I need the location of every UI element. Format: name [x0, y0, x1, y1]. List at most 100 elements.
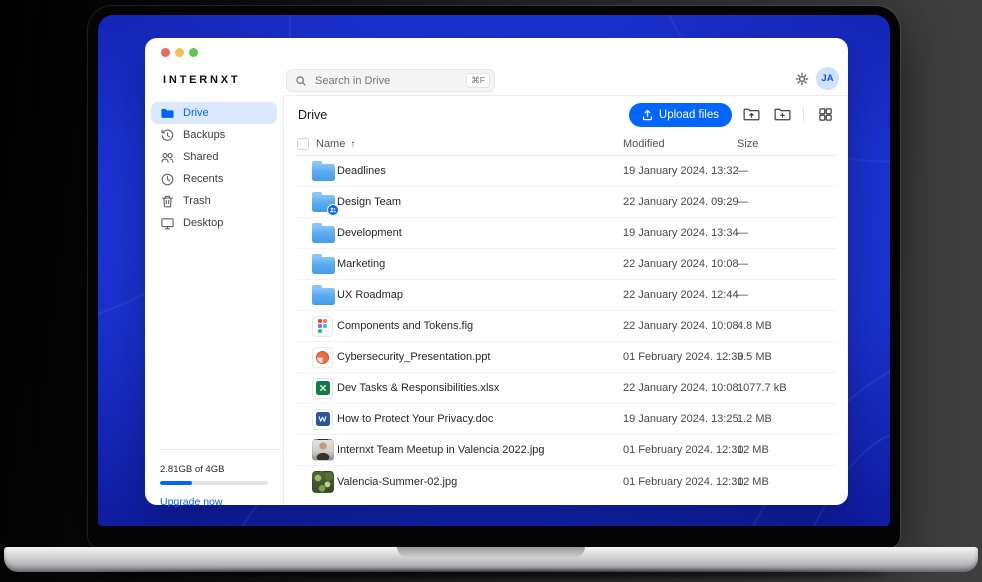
folder-icon [312, 257, 335, 274]
file-size: — [737, 258, 837, 270]
backup-restore-icon [160, 128, 175, 143]
table-row[interactable]: Deadlines 19 January 2024. 13:32 — [297, 156, 837, 187]
sidebar-item-label: Trash [183, 195, 211, 207]
file-size: 12 MB [737, 444, 837, 456]
sidebar-item-desktop[interactable]: Desktop [151, 212, 277, 234]
file-size: — [737, 227, 837, 239]
table-row[interactable]: Components and Tokens.fig 22 January 202… [297, 311, 837, 342]
sidebar-item-label: Recents [183, 173, 223, 185]
file-name: Cybersecurity_Presentation.ppt [337, 351, 623, 363]
folder-icon [312, 164, 335, 181]
file-size: — [737, 196, 837, 208]
sidebar-item-label: Backups [183, 129, 225, 141]
upload-files-button[interactable]: Upload files [629, 103, 732, 127]
upload-folder-button[interactable] [739, 104, 763, 126]
app-window: INTERNXT ⌘F JA [145, 38, 848, 505]
file-name: Marketing [337, 258, 623, 270]
file-size: 1077.7 kB [737, 382, 837, 394]
file-name: Components and Tokens.fig [337, 320, 623, 332]
sidebar-item-label: Desktop [183, 217, 223, 229]
storage-widget: 2.81GB of 4GB Upgrade now [145, 449, 283, 508]
internxt-logo: INTERNXT [163, 74, 240, 86]
table-row[interactable]: Marketing 22 January 2024. 10:08 — [297, 249, 837, 280]
file-size: 12 MB [737, 476, 837, 488]
folder-icon [312, 226, 335, 243]
new-folder-icon [774, 107, 791, 122]
table-row[interactable]: Valencia-Summer-02.jpg 01 February 2024.… [297, 466, 837, 497]
sort-ascending-icon: ↑ [350, 139, 355, 150]
file-name: Deadlines [337, 165, 623, 177]
file-modified: 19 January 2024. 13:34 [623, 227, 737, 239]
table-row[interactable]: Cybersecurity_Presentation.ppt 01 Februa… [297, 342, 837, 373]
drive-content: Drive Upload files [285, 95, 848, 505]
laptop-base [4, 547, 978, 572]
select-all-checkbox[interactable] [297, 138, 309, 150]
upload-files-label: Upload files [659, 109, 719, 121]
minimize-window-button[interactable] [175, 48, 184, 57]
column-header-modified[interactable]: Modified [623, 138, 737, 150]
file-name: How to Protect Your Privacy.doc [337, 413, 623, 425]
search-input[interactable] [313, 74, 460, 88]
page-background: INTERNXT ⌘F JA [0, 0, 982, 582]
user-avatar[interactable]: JA [816, 67, 839, 90]
sidebar-item-backups[interactable]: Backups [151, 124, 277, 146]
file-size: 1.2 MB [737, 413, 837, 425]
search-icon [295, 75, 307, 87]
content-header: Drive Upload files [285, 96, 848, 133]
search-shortcut-badge: ⌘F [466, 73, 490, 87]
file-name: Internxt Team Meetup in Valencia 2022.jp… [337, 444, 623, 456]
file-name: Valencia-Summer-02.jpg [337, 476, 623, 488]
storage-usage-label: 2.81GB of 4GB [160, 464, 268, 475]
zoom-window-button[interactable] [189, 48, 198, 57]
column-header-name[interactable]: Name ↑ [316, 138, 623, 150]
upgrade-link[interactable]: Upgrade now [160, 496, 268, 508]
people-icon [160, 150, 175, 165]
table-row[interactable]: UX Roadmap 22 January 2024. 12:44 — [297, 280, 837, 311]
sidebar-item-label: Shared [183, 151, 218, 163]
word-file-icon [312, 409, 333, 430]
close-window-button[interactable] [161, 48, 170, 57]
settings-button[interactable] [793, 70, 811, 88]
column-header-size[interactable]: Size [737, 138, 837, 150]
table-row[interactable]: Design Team 22 January 2024. 09:29 — [297, 187, 837, 218]
breadcrumb: Drive [298, 108, 327, 122]
file-modified: 19 January 2024. 13:32 [623, 165, 737, 177]
file-size: 3.5 MB [737, 351, 837, 363]
upload-icon [642, 109, 653, 121]
desktop-icon [160, 216, 175, 231]
table-header: Name ↑ Modified Size [297, 133, 837, 156]
photo-thumbnail [312, 471, 334, 493]
file-name: Dev Tasks & Responsibilities.xlsx [337, 382, 623, 394]
file-size: — [737, 165, 837, 177]
trash-icon [160, 194, 175, 209]
table-row[interactable]: Development 19 January 2024. 13:34 — [297, 218, 837, 249]
table-row[interactable]: How to Protect Your Privacy.doc 19 Janua… [297, 404, 837, 435]
file-name: UX Roadmap [337, 289, 623, 301]
file-modified: 01 February 2024. 12:30 [623, 476, 737, 488]
file-size: — [737, 289, 837, 301]
table-row[interactable]: Dev Tasks & Responsibilities.xlsx 22 Jan… [297, 373, 837, 404]
excel-file-icon [312, 378, 333, 399]
search-bar[interactable]: ⌘F [286, 69, 495, 92]
shared-badge-icon [327, 204, 339, 216]
sidebar-item-label: Drive [183, 107, 209, 119]
sidebar-item-shared[interactable]: Shared [151, 146, 277, 168]
storage-progress-fill [160, 481, 192, 485]
toolbar: Upload files [629, 103, 837, 127]
folder-icon [312, 288, 335, 305]
window-controls [161, 48, 198, 57]
table-row[interactable]: Internxt Team Meetup in Valencia 2022.jp… [297, 435, 837, 466]
grid-view-button[interactable] [813, 104, 837, 126]
file-modified: 01 February 2024. 12:30 [623, 351, 737, 363]
sidebar-item-recents[interactable]: Recents [151, 168, 277, 190]
file-modified: 19 January 2024. 13:25 [623, 413, 737, 425]
laptop-bezel: INTERNXT ⌘F JA [88, 6, 900, 548]
sidebar-item-trash[interactable]: Trash [151, 190, 277, 212]
file-modified: 01 February 2024. 12:30 [623, 444, 737, 456]
file-modified: 22 January 2024. 10:08 [623, 382, 737, 394]
photo-thumbnail [312, 439, 334, 461]
sidebar-item-drive[interactable]: Drive [151, 102, 277, 124]
powerpoint-file-icon [312, 347, 333, 368]
new-folder-button[interactable] [770, 104, 794, 126]
figma-file-icon [312, 316, 333, 337]
